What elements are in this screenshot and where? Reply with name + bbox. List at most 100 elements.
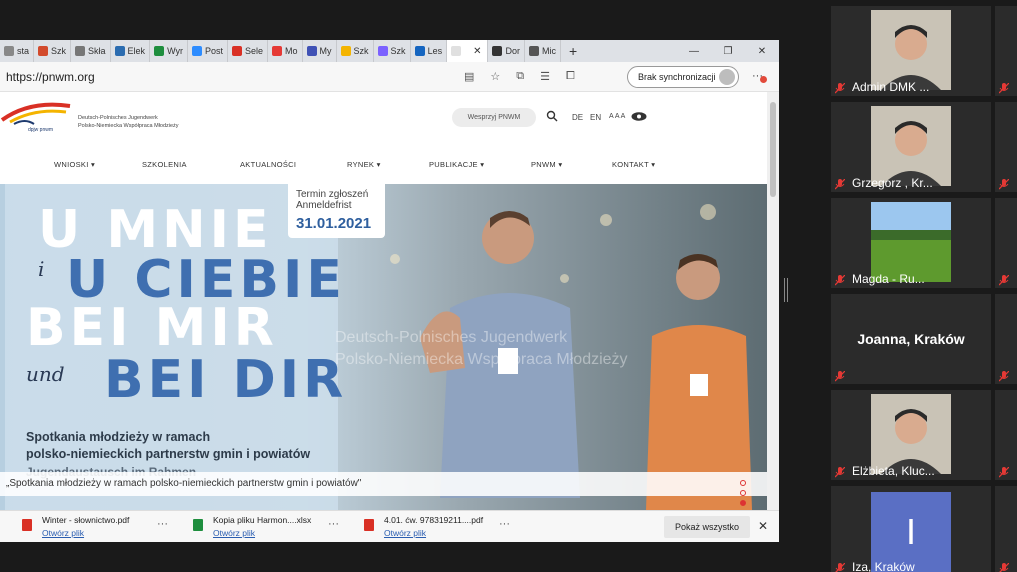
browser-tab[interactable]: Elek [111,40,151,62]
person-orange-shirt-image [646,254,752,510]
download-bar: Pokaż wszystko ✕ Winter - słownictwo.pdf… [0,510,779,542]
tab-label: Dor [505,46,520,56]
nav-item-label: PUBLIKACJE [429,160,478,169]
search-icon[interactable] [546,110,558,122]
browser-tab[interactable]: Szk [34,40,72,62]
muted-mic-icon [998,465,1010,478]
browser-tab[interactable]: Szk [337,40,374,62]
lang-de-link[interactable]: DE [572,113,583,122]
font-size-toggle[interactable]: A A A [609,113,625,120]
show-all-downloads-button[interactable]: Pokaż wszystko [664,516,750,538]
chevron-down-icon: ▾ [374,160,381,169]
close-tab-icon[interactable]: ✕ [473,46,481,57]
nav-item-rynek[interactable]: RYNEK ▾ [347,160,381,169]
browser-tab[interactable]: Les [411,40,448,62]
eye-icon[interactable] [631,112,647,121]
hero-banner[interactable]: U MNIE i U CIEBIE BEI MIR und BEI DIR Sp… [0,184,767,510]
participant-tile-partial[interactable] [995,198,1017,288]
browser-tab[interactable]: Sele [228,40,269,62]
participant-tile[interactable]: Admin DMK ... [831,6,991,96]
maximize-button[interactable]: ❐ [711,46,745,57]
chevron-down-icon: ▾ [477,160,485,169]
nav-item-publikacje[interactable]: PUBLIKACJE ▾ [429,160,484,169]
open-file-link[interactable]: Otwórz plik [213,528,255,538]
browser-tab[interactable]: Dor [488,40,525,62]
hero-subtitle-line1: Spotkania młodzieży w ramach [26,430,211,444]
download-more-icon[interactable]: ··· [499,518,510,530]
pnwm-logo[interactable]: dpjw pnwm [0,98,80,138]
nav-item-label: KONTAKT [612,160,649,169]
minimize-button[interactable]: — [677,46,711,57]
muted-mic-icon [998,81,1010,94]
download-more-icon[interactable]: ··· [328,518,339,530]
participant-tile[interactable]: Joanna, Kraków [831,294,991,384]
tab-label: Wyr [167,46,183,56]
reader-icon[interactable]: ▤ [464,70,474,83]
carousel-dot[interactable] [740,480,746,486]
tab-favicon-icon [451,46,462,56]
open-file-link[interactable]: Otwórz plik [42,528,84,538]
address-bar: https://pnwm.org ▤ ☆ ⧉ ☰ ⧠ Brak synchron… [0,62,779,92]
browser-tab[interactable]: Szk [374,40,411,62]
participant-tile-partial[interactable] [995,6,1017,96]
tab-favicon-icon [528,46,539,56]
profile-avatar-icon [719,69,735,85]
page-scrollbar[interactable] [767,92,779,510]
nav-item-kontakt[interactable]: KONTAKT ▾ [612,160,655,169]
participant-video [871,106,951,186]
slide-caption[interactable]: „Spotkania młodzieży w ramach polsko-nie… [0,472,767,496]
open-file-link[interactable]: Otwórz plik [384,528,426,538]
hero-line-u-mnie: U MNIE [38,200,273,260]
browser-tab[interactable]: Skła [71,40,111,62]
participant-tile[interactable]: Elżbieta, Kluc... [831,390,991,480]
browser-tab[interactable]: Wyr [150,40,188,62]
nav-item-aktualności[interactable]: AKTUALNOŚCI [240,160,296,169]
chevron-down-icon: ▾ [648,160,656,169]
extension-icon[interactable]: ⧉ [516,70,524,83]
browser-tab[interactable]: My [303,40,337,62]
collections-icon[interactable]: ⧠ [566,70,575,83]
deadline-badge: Termin zgłoszeń Anmeldefrist 31.01.2021 [288,184,385,238]
carousel-dot[interactable] [740,490,746,496]
url-field[interactable]: https://pnwm.org [6,70,446,84]
participant-tile[interactable]: Grzegorz , Kr... [831,102,991,192]
browser-tab[interactable]: ✕ [447,40,489,62]
hero-line-bei-mir: BEI MIR [26,298,278,358]
participant-tile[interactable]: Magda - Ru... [831,198,991,288]
watermark-line2: Polsko-Niemiecka Współpraca Młodzieży [335,351,628,368]
participant-video [871,394,951,474]
nav-item-pnwm[interactable]: PNWM ▾ [531,160,562,169]
browser-tab[interactable]: Post [188,40,228,62]
support-button[interactable]: Wesprzyj PNWM [452,108,536,127]
browser-tab[interactable]: sta [0,40,35,62]
browser-tab[interactable]: Mic [525,40,561,62]
hero-subtitle-pl: Spotkania młodzieży w ramach polsko-niem… [26,429,310,463]
participant-tile-partial[interactable] [995,102,1017,192]
lang-en-link[interactable]: EN [590,113,601,122]
close-window-button[interactable]: ✕ [745,46,779,57]
tab-favicon-icon [377,46,388,56]
favorites-icon[interactable]: ☰ [540,70,550,83]
participant-tile-partial[interactable] [995,294,1017,384]
sync-button[interactable]: Brak synchronizacji [627,66,739,88]
watermark-text: Deutsch-Polnisches Jugendwerk Polsko-Nie… [335,327,628,371]
download-more-icon[interactable]: ··· [157,518,168,530]
browser-tab[interactable]: Mo [268,40,303,62]
nav-item-wnioski[interactable]: WNIOSKI ▾ [54,160,95,169]
participant-tile-partial[interactable] [995,390,1017,480]
participant-name: Iza, Kraków [852,560,915,572]
favorite-star-icon[interactable]: ☆ [490,70,500,83]
more-menu-button[interactable]: ··· [752,70,767,83]
split-handle[interactable] [784,278,788,302]
participant-avatar-landscape [871,202,951,282]
scrollbar-thumb[interactable] [770,102,776,197]
close-download-bar-icon[interactable]: ✕ [758,519,768,533]
tab-favicon-icon [75,46,86,56]
hero-line-i: i [38,257,45,281]
carousel-dot-active[interactable] [740,500,746,506]
participant-tile[interactable]: I Iza, Kraków [831,486,991,572]
participant-tile-partial[interactable] [995,486,1017,572]
nav-item-szkolenia[interactable]: SZKOLENIA [142,160,187,169]
tab-strip: sta Szk Skła Elek Wyr Post Sele Mo My Szk Szk Les ✕ D… [0,40,779,62]
new-tab-button[interactable]: + [561,43,585,59]
